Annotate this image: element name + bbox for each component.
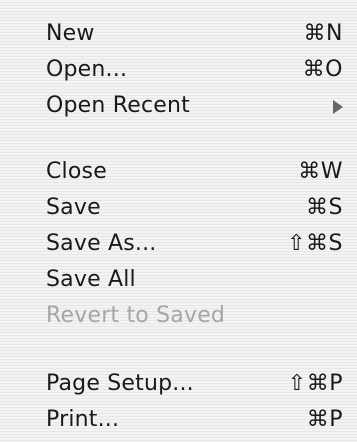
shortcut-label: ⇧⌘P [287,371,343,396]
menu-item-save-as[interactable]: Save As... ⇧⌘S [0,226,357,262]
shortcut-label: ⌘S [306,195,343,220]
menu-item-label: New [46,21,95,46]
menu-item-print[interactable]: Print... ⌘P [0,402,357,438]
menu-item-label: Revert to Saved [46,303,226,328]
file-menu: New ⌘N Open... ⌘O Open Recent Close ⌘W S… [0,0,357,442]
shortcut-label: ⌘W [298,159,343,184]
shortcut-label: ⇧⌘S [287,231,343,256]
shortcut-label: ⌘O [302,57,343,82]
menu-item-close[interactable]: Close ⌘W [0,154,357,190]
menu-item-page-setup[interactable]: Page Setup... ⇧⌘P [0,366,357,402]
menu-item-label: Page Setup... [46,371,194,396]
menu-item-save-all[interactable]: Save All [0,262,357,298]
menu-item-label: Print... [46,407,120,432]
menu-item-label: Close [46,159,107,184]
menu-item-revert-to-saved: Revert to Saved [0,298,357,334]
menu-item-label: Open Recent [46,93,190,118]
menu-item-new[interactable]: New ⌘N [0,16,357,52]
menu-item-open-recent[interactable]: Open Recent [0,88,357,124]
menu-item-save[interactable]: Save ⌘S [0,190,357,226]
menu-item-label: Save [46,195,101,220]
shortcut-label: ⌘P [306,407,343,432]
shortcut-label: ⌘N [303,21,343,46]
menu-item-open[interactable]: Open... ⌘O [0,52,357,88]
menu-item-label: Save As... [46,231,157,256]
menu-item-label: Open... [46,57,128,82]
submenu-arrow-icon [333,100,343,114]
menu-item-label: Save All [46,267,136,292]
